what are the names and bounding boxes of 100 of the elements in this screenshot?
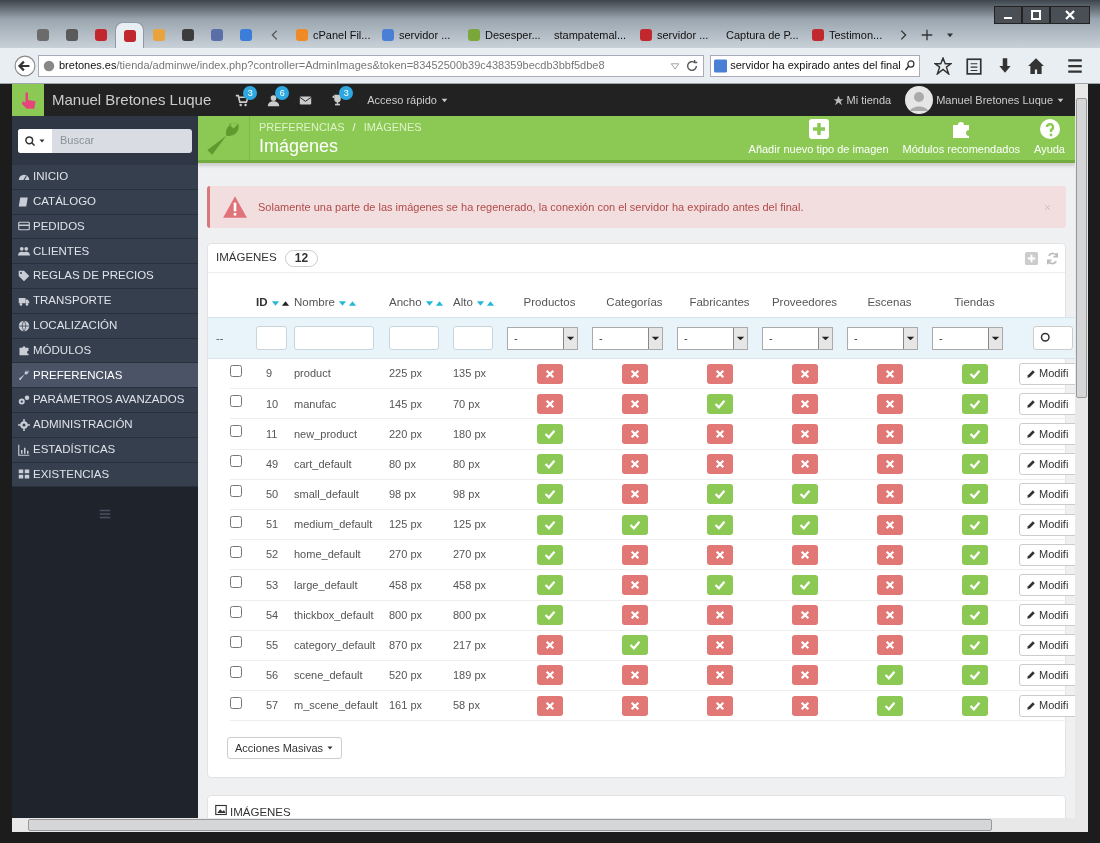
enabled-toggle[interactable] bbox=[961, 695, 988, 716]
filter-input[interactable] bbox=[389, 326, 439, 350]
edit-button[interactable]: Modifi bbox=[1019, 513, 1075, 536]
edit-button[interactable]: Modifi bbox=[1019, 543, 1075, 566]
filter-select[interactable]: - bbox=[762, 326, 833, 350]
filter-input[interactable] bbox=[294, 326, 374, 350]
enabled-toggle[interactable] bbox=[536, 484, 563, 505]
enabled-toggle[interactable] bbox=[961, 635, 988, 656]
browser-tab[interactable]: Desesper... bbox=[462, 22, 548, 48]
menu-icon[interactable] bbox=[1066, 56, 1084, 75]
search-engine-icon[interactable] bbox=[714, 58, 728, 73]
refresh-icon[interactable] bbox=[1045, 250, 1060, 266]
edit-button[interactable]: Modifi bbox=[1019, 483, 1075, 506]
search-button[interactable] bbox=[18, 128, 52, 153]
search-field[interactable]: servidor ha expirado antes del final bbox=[710, 54, 920, 77]
filter-select[interactable]: - bbox=[507, 326, 578, 350]
sidebar-item[interactable]: CATÁLOGO bbox=[12, 189, 198, 215]
sort-up-icon[interactable] bbox=[280, 299, 290, 307]
sidebar-item[interactable]: PARÁMETROS AVANZADOS bbox=[12, 388, 198, 413]
minimize-button[interactable] bbox=[994, 6, 1022, 24]
enabled-toggle[interactable] bbox=[706, 514, 733, 535]
sidebar-item[interactable]: LOCALIZACIÓN bbox=[12, 313, 198, 339]
enabled-toggle[interactable] bbox=[961, 454, 988, 475]
enabled-toggle[interactable] bbox=[961, 423, 988, 444]
enabled-toggle[interactable] bbox=[961, 514, 988, 535]
browser-tab[interactable] bbox=[115, 22, 144, 48]
maximize-button[interactable] bbox=[1022, 6, 1050, 24]
filter-input[interactable] bbox=[256, 326, 287, 350]
user-icon[interactable] bbox=[266, 93, 280, 107]
row-checkbox[interactable] bbox=[230, 364, 242, 377]
enabled-toggle[interactable] bbox=[621, 635, 648, 656]
enabled-toggle[interactable] bbox=[706, 393, 733, 414]
edit-button[interactable]: Modifi bbox=[1019, 634, 1075, 657]
sidebar-item[interactable]: EXISTENCIAS bbox=[12, 462, 198, 488]
enabled-toggle[interactable] bbox=[706, 574, 733, 595]
browser-tab[interactable]: servidor ... bbox=[376, 22, 462, 48]
enabled-toggle[interactable] bbox=[536, 544, 563, 565]
add-icon[interactable] bbox=[1024, 250, 1039, 266]
row-checkbox[interactable] bbox=[230, 455, 242, 468]
enabled-toggle[interactable] bbox=[961, 363, 988, 384]
filter-select[interactable]: - bbox=[677, 326, 748, 350]
reload-icon[interactable] bbox=[685, 58, 699, 73]
enabled-toggle[interactable] bbox=[536, 605, 563, 626]
filter-select[interactable]: - bbox=[932, 326, 1003, 350]
row-checkbox[interactable] bbox=[230, 666, 242, 679]
enabled-toggle[interactable] bbox=[961, 484, 988, 505]
enabled-toggle[interactable] bbox=[961, 393, 988, 414]
scrollbar-thumb[interactable] bbox=[28, 819, 992, 831]
sidebar-item[interactable]: ESTADÍSTICAS bbox=[12, 437, 198, 463]
row-checkbox[interactable] bbox=[230, 696, 242, 709]
browser-tab[interactable]: Testimon... bbox=[806, 22, 892, 48]
quick-access-menu[interactable]: Acceso rápido bbox=[367, 91, 449, 109]
enabled-toggle[interactable] bbox=[536, 574, 563, 595]
enabled-toggle[interactable] bbox=[961, 605, 988, 626]
enabled-toggle[interactable] bbox=[791, 484, 818, 505]
sidebar-item[interactable]: TRANSPORTE bbox=[12, 289, 198, 314]
filter-select[interactable]: - bbox=[847, 326, 918, 350]
enabled-toggle[interactable] bbox=[876, 695, 903, 716]
home-icon[interactable] bbox=[1027, 56, 1045, 75]
edit-button[interactable]: Modifi bbox=[1019, 694, 1075, 717]
enabled-toggle[interactable] bbox=[791, 574, 818, 595]
horizontal-scrollbar[interactable] bbox=[12, 818, 1088, 832]
sidebar-item[interactable]: CLIENTES bbox=[12, 239, 198, 265]
url-field[interactable]: bretones.es/tienda/adminwe/index.php?controller=AdminImages&token=83452500b39c438359becdb3bbf5dbe8 bbox=[38, 54, 704, 77]
cart-icon[interactable] bbox=[234, 93, 248, 107]
row-checkbox[interactable] bbox=[230, 485, 242, 498]
row-checkbox[interactable] bbox=[230, 424, 242, 437]
edit-button[interactable]: Modifi bbox=[1019, 392, 1075, 415]
edit-button[interactable]: Modifi bbox=[1019, 664, 1075, 687]
edit-button[interactable]: Modifi bbox=[1019, 422, 1075, 445]
scrollbar-thumb[interactable] bbox=[1076, 98, 1087, 398]
browser-tab[interactable]: cPanel Fil... bbox=[290, 22, 376, 48]
enabled-toggle[interactable] bbox=[961, 665, 988, 686]
search-field[interactable]: Buscar bbox=[18, 128, 192, 153]
sidebar-item[interactable]: INICIO bbox=[12, 165, 198, 190]
sidebar-item[interactable]: REGLAS DE PRECIOS bbox=[12, 264, 198, 289]
enabled-toggle[interactable] bbox=[621, 514, 648, 535]
shop-name[interactable]: Manuel Bretones Luque bbox=[52, 88, 212, 112]
browser-tab[interactable]: Captura de P... bbox=[720, 22, 806, 48]
sidebar-item[interactable]: PREFERENCIAS bbox=[12, 363, 198, 389]
edit-button[interactable]: Modifi bbox=[1019, 453, 1075, 476]
filter-select[interactable]: - bbox=[592, 326, 663, 350]
vertical-scrollbar[interactable] bbox=[1075, 84, 1088, 818]
back-button[interactable] bbox=[14, 54, 36, 77]
enabled-toggle[interactable] bbox=[791, 514, 818, 535]
row-checkbox[interactable] bbox=[230, 575, 242, 588]
row-checkbox[interactable] bbox=[230, 394, 242, 407]
row-checkbox[interactable] bbox=[230, 545, 242, 558]
row-checkbox[interactable] bbox=[230, 515, 242, 528]
enabled-toggle[interactable] bbox=[876, 665, 903, 686]
my-shop-link[interactable]: Mi tienda bbox=[832, 91, 892, 109]
edit-button[interactable]: Modifi bbox=[1019, 362, 1075, 385]
close-button[interactable] bbox=[1050, 6, 1090, 24]
clipboard-icon[interactable] bbox=[965, 56, 983, 75]
enabled-toggle[interactable] bbox=[536, 423, 563, 444]
search-icon[interactable] bbox=[903, 59, 916, 72]
plus-icon[interactable] bbox=[920, 28, 934, 42]
row-checkbox[interactable] bbox=[230, 606, 242, 619]
logo[interactable] bbox=[12, 84, 44, 116]
row-checkbox[interactable] bbox=[230, 636, 242, 649]
